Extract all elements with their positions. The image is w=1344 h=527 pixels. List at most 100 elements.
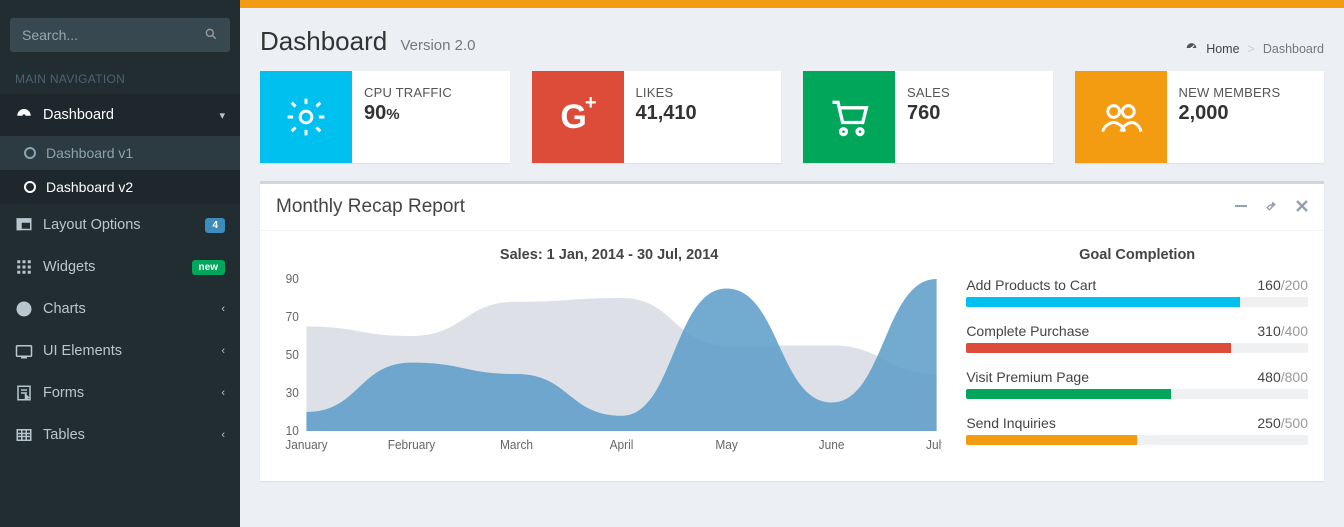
nav-sublabel: Dashboard v2 [46,179,133,195]
nav-label: Charts [43,301,86,317]
nav-badge: 4 [205,218,225,233]
nav-label: UI Elements [43,343,122,359]
nav-badge: new [192,260,225,275]
sidebar-subitem-dashboard-v1[interactable]: Dashboard v1 [0,136,240,170]
page-title: Dashboard Version 2.0 [260,26,476,57]
stat-cpu-traffic: CPU TRAFFIC 90% [260,71,510,163]
recap-panel: Monthly Recap Report Sales: 1 Jan, 2014 … [260,181,1324,481]
nav-label: Layout Options [43,217,141,233]
x-tick: April [610,438,634,452]
search-box[interactable] [10,18,230,52]
nav-label: Forms [43,385,84,401]
progress-bar [966,389,1308,399]
sidebar-item-forms[interactable]: Forms ‹ [0,372,240,414]
x-tick: July [926,438,942,452]
y-tick: 50 [286,348,299,362]
chevron-left-icon: ‹ [221,303,225,315]
page-title-text: Dashboard [260,26,387,56]
sidebar-subitem-dashboard-v2[interactable]: Dashboard v2 [0,170,240,204]
topbar [240,0,1344,8]
cart-icon [803,71,895,163]
gplus-icon: G+ [532,71,624,163]
goal-send-inquiries: Send Inquiries250/500 [966,415,1308,445]
x-tick: March [500,438,533,452]
x-tick: January [285,438,328,452]
chevron-left-icon: ‹ [221,345,225,357]
breadcrumb-home[interactable]: Home [1206,42,1239,56]
nav-header: MAIN NAVIGATION [0,62,240,94]
sidebar-item-layout-options[interactable]: Layout Options 4 [0,204,240,246]
goal-row: Complete Purchase 310/400 [966,323,1308,339]
stat-new-members: NEW MEMBERS 2,000 [1075,71,1325,163]
progress-bar [966,343,1308,353]
goal-complete-purchase: Complete Purchase 310/400 [966,323,1308,353]
search-input[interactable] [22,27,204,43]
nav-sublabel: Dashboard v1 [46,145,133,161]
circle-icon [24,181,36,193]
stat-body: SALES760 [895,71,1053,163]
nav-tree: Dashboard ▾ Dashboard v1 Dashboard v2 Layout… [0,94,240,456]
sidebar-item-charts[interactable]: Charts ‹ [0,288,240,330]
goal-label: Complete Purchase [966,323,1089,339]
stat-sales: SALES760 [803,71,1053,163]
goal-value: 480/800 [1257,369,1308,385]
nav-label: Tables [43,427,85,443]
goal-row: Send Inquiries250/500 [966,415,1308,431]
circle-icon [24,147,36,159]
minimize-icon[interactable] [1235,199,1247,215]
goal-label: Add Products to Cart [966,277,1096,293]
sidebar-search [0,8,240,62]
sales-chart: 1030507090JanuaryFebruaryMarchAprilMayJu… [276,273,942,453]
stat-value: 41,410 [636,102,770,125]
y-tick: 90 [286,273,299,286]
breadcrumb-current: Dashboard [1263,42,1324,56]
stat-label: LIKES [636,85,770,100]
stat-body: NEW MEMBERS 2,000 [1167,71,1325,163]
sidebar-item-ui-elements[interactable]: UI Elements ‹ [0,330,240,372]
nav-label: Dashboard [43,107,114,123]
stats-row: CPU TRAFFIC 90% G+ LIKES 41,410 SALES760 NEW M… [240,71,1344,181]
gear-icon [260,71,352,163]
dashboard-icon [1185,41,1198,57]
panel-header: Monthly Recap Report [260,184,1324,231]
stat-value: 760 [907,102,1041,125]
goal-row: Add Products to Cart 160/200 [966,277,1308,293]
breadcrumb-sep: > [1248,42,1255,56]
x-tick: February [388,438,436,452]
goal-section: Goal Completion Add Products to Cart160/… [966,241,1308,461]
breadcrumb: Home > Dashboard [1185,41,1324,57]
stat-label: CPU TRAFFIC [364,85,498,100]
search-icon[interactable] [204,27,218,44]
goal-value: 310/400 [1257,323,1308,339]
chevron-down-icon: ▾ [219,109,225,122]
sidebar-item-tables[interactable]: Tables ‹ [0,414,240,456]
panel-tools [1235,199,1308,215]
logo-area [0,0,240,8]
stat-value: 2,000 [1179,102,1313,125]
stat-value: 90% [364,102,498,125]
y-tick: 10 [286,424,299,438]
goal-value: 160/200 [1257,277,1308,293]
goal-label: Visit Premium Page [966,369,1089,385]
close-icon[interactable] [1296,199,1308,215]
goal-list: Add Products to Cart 160/200 Complete Purc… [966,277,1308,445]
progress-bar [966,435,1308,445]
stat-label: NEW MEMBERS [1179,85,1313,100]
content: Dashboard Version 2.0 Home > Dashboard C… [240,0,1344,527]
goal-row: Visit Premium Page 480/800 [966,369,1308,385]
page-header: Dashboard Version 2.0 Home > Dashboard [240,8,1344,71]
chevron-left-icon: ‹ [221,387,225,399]
sidebar: MAIN NAVIGATION Dashboard▾Dashboard v1Da… [0,0,240,527]
chevron-left-icon: ‹ [221,429,225,441]
y-tick: 30 [286,386,299,400]
goal-add-products-to-cart: Add Products to Cart 160/200 [966,277,1308,307]
goal-visit-premium-page: Visit Premium Page 480/800 [966,369,1308,399]
stat-body: LIKES 41,410 [624,71,782,163]
goal-label: Send Inquiries [966,415,1056,431]
panel-body: Sales: 1 Jan, 2014 - 30 Jul, 2014 103050… [260,231,1324,481]
sidebar-item-widgets[interactable]: Widgets new [0,246,240,288]
nav-label: Widgets [43,259,95,275]
sidebar-item-dashboard[interactable]: Dashboard ▾ [0,94,240,136]
y-tick: 70 [286,310,299,324]
wrench-icon[interactable] [1265,199,1278,215]
